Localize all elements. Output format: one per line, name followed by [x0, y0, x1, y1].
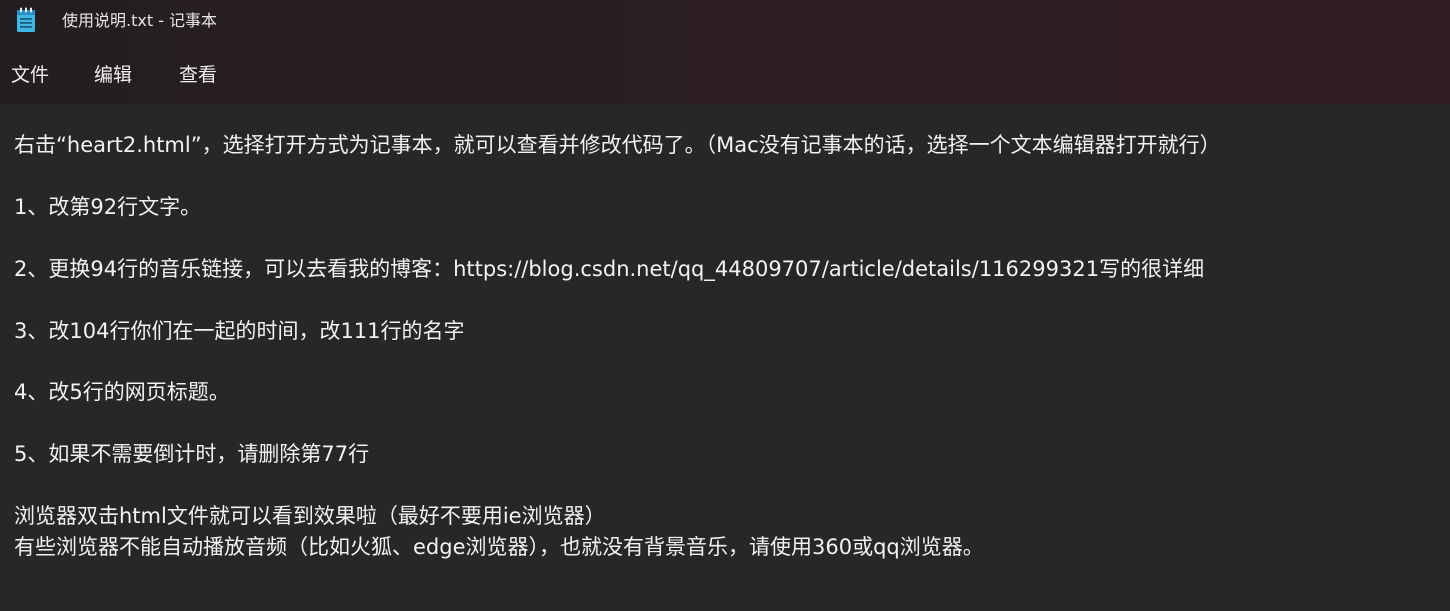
- document-line: 1、改第92行文字。: [14, 195, 202, 219]
- document-line: 2、更换94行的音乐链接，可以去看我的博客：https://blog.csdn.…: [14, 257, 1205, 281]
- menu-edit[interactable]: 编辑: [94, 62, 132, 88]
- title-bar[interactable]: 使用说明.txt - 记事本: [0, 0, 1450, 42]
- document-line: 右击“heart2.html”，选择打开方式为记事本，就可以查看并修改代码了。（…: [14, 133, 1221, 157]
- menu-file[interactable]: 文件: [11, 62, 49, 88]
- document-line: 5、如果不需要倒计时，请删除第77行: [14, 442, 370, 466]
- window-title: 使用说明.txt - 记事本: [62, 11, 218, 30]
- document-line: 有些浏览器不能自动播放音频（比如火狐、edge浏览器），也就没有背景音乐，请使用…: [14, 535, 984, 559]
- notepad-icon: [17, 7, 35, 32]
- document-line: 浏览器双击html文件就可以看到效果啦（最好不要用ie浏览器）: [14, 504, 606, 528]
- menu-bar: 文件 编辑 查看: [0, 52, 1450, 98]
- menu-view[interactable]: 查看: [179, 62, 217, 88]
- window-chrome: 使用说明.txt - 记事本 文件 编辑 查看: [0, 0, 1450, 104]
- text-editor-area[interactable]: 右击“heart2.html”，选择打开方式为记事本，就可以查看并修改代码了。（…: [0, 104, 1450, 611]
- notepad-window: 使用说明.txt - 记事本 文件 编辑 查看 右击“heart2.html”，…: [0, 0, 1450, 611]
- document-line: 3、改104行你们在一起的时间，改111行的名字: [14, 319, 465, 343]
- document-line: 4、改5行的网页标题。: [14, 380, 230, 404]
